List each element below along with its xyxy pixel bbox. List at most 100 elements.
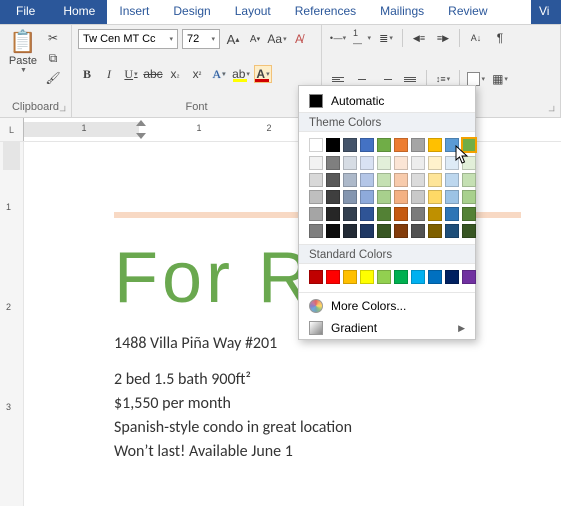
document-line-1[interactable]: 2 bed 1.5 bath 900ft² bbox=[114, 368, 541, 392]
color-swatch[interactable] bbox=[377, 156, 391, 170]
color-swatch[interactable] bbox=[343, 156, 357, 170]
vertical-ruler[interactable]: 1 2 3 bbox=[0, 142, 24, 506]
color-swatch[interactable] bbox=[326, 224, 340, 238]
color-swatch[interactable] bbox=[394, 270, 408, 284]
multilevel-list-button[interactable]: ▾ bbox=[376, 29, 396, 47]
color-swatch[interactable] bbox=[377, 224, 391, 238]
color-swatch[interactable] bbox=[394, 207, 408, 221]
color-swatch[interactable] bbox=[394, 190, 408, 204]
color-automatic[interactable]: Automatic bbox=[299, 90, 475, 112]
italic-button[interactable]: I bbox=[100, 65, 118, 83]
color-swatch[interactable] bbox=[428, 224, 442, 238]
color-swatch[interactable] bbox=[343, 173, 357, 187]
superscript-button[interactable]: x bbox=[188, 65, 206, 83]
color-swatch[interactable] bbox=[309, 190, 323, 204]
bullets-button[interactable]: ▾ bbox=[328, 29, 348, 47]
color-swatch[interactable] bbox=[394, 138, 408, 152]
color-swatch[interactable] bbox=[309, 156, 323, 170]
color-swatch[interactable] bbox=[411, 190, 425, 204]
color-swatch[interactable] bbox=[377, 207, 391, 221]
color-swatch[interactable] bbox=[428, 190, 442, 204]
tab-layout[interactable]: Layout bbox=[223, 0, 283, 24]
color-swatch[interactable] bbox=[360, 190, 374, 204]
color-swatch[interactable] bbox=[462, 156, 476, 170]
color-swatch[interactable] bbox=[462, 190, 476, 204]
color-swatch[interactable] bbox=[360, 270, 374, 284]
color-swatch[interactable] bbox=[462, 138, 476, 152]
color-swatch[interactable] bbox=[428, 156, 442, 170]
color-swatch[interactable] bbox=[360, 156, 374, 170]
color-swatch[interactable] bbox=[343, 138, 357, 152]
color-swatch[interactable] bbox=[428, 138, 442, 152]
color-swatch[interactable] bbox=[462, 224, 476, 238]
document-page[interactable]: For Rent 1488 Villa Piña Way #201 2 bed … bbox=[24, 142, 561, 506]
color-swatch[interactable] bbox=[394, 156, 408, 170]
color-swatch[interactable] bbox=[360, 173, 374, 187]
color-swatch[interactable] bbox=[411, 138, 425, 152]
bold-button[interactable]: B bbox=[78, 65, 96, 83]
color-swatch[interactable] bbox=[462, 207, 476, 221]
tab-references[interactable]: References bbox=[283, 0, 368, 24]
horizontal-ruler[interactable]: 1 1 2 bbox=[24, 122, 561, 137]
increase-indent-button[interactable] bbox=[433, 29, 453, 47]
color-swatch[interactable] bbox=[377, 190, 391, 204]
tab-file[interactable]: File bbox=[0, 0, 51, 24]
color-swatch[interactable] bbox=[445, 224, 459, 238]
color-swatch[interactable] bbox=[360, 207, 374, 221]
tab-mailings[interactable]: Mailings bbox=[368, 0, 436, 24]
copy-button[interactable]: ⧉ bbox=[44, 49, 62, 67]
paste-button[interactable]: 📋 Paste ▼ bbox=[6, 29, 40, 73]
subscript-button[interactable]: x bbox=[166, 65, 184, 83]
borders-button[interactable]: ▾ bbox=[490, 70, 510, 88]
text-effects-button[interactable]: A▾ bbox=[210, 65, 228, 83]
color-swatch[interactable] bbox=[343, 190, 357, 204]
color-swatch[interactable] bbox=[445, 270, 459, 284]
gradient-menu[interactable]: Gradient ▶ bbox=[299, 317, 475, 339]
highlight-button[interactable]: ab▾ bbox=[232, 65, 250, 83]
color-swatch[interactable] bbox=[343, 270, 357, 284]
tab-more[interactable]: Vi bbox=[531, 0, 561, 24]
color-swatch[interactable] bbox=[309, 138, 323, 152]
color-swatch[interactable] bbox=[428, 207, 442, 221]
cut-button[interactable]: ✂ bbox=[44, 29, 62, 47]
tab-insert[interactable]: Insert bbox=[107, 0, 161, 24]
format-painter-button[interactable]: 🖌 bbox=[44, 69, 62, 87]
font-color-button[interactable]: A▾ bbox=[254, 65, 272, 83]
clear-formatting-button[interactable]: A̸ bbox=[290, 30, 308, 48]
color-swatch[interactable] bbox=[445, 138, 459, 152]
shrink-font-button[interactable]: A▾ bbox=[246, 30, 264, 48]
color-swatch[interactable] bbox=[326, 270, 340, 284]
color-swatch[interactable] bbox=[445, 156, 459, 170]
color-swatch[interactable] bbox=[445, 173, 459, 187]
color-swatch[interactable] bbox=[343, 224, 357, 238]
color-swatch[interactable] bbox=[411, 207, 425, 221]
show-hide-button[interactable] bbox=[490, 29, 510, 47]
document-line-3[interactable]: Spanish-style condo in great location bbox=[114, 416, 541, 440]
color-swatch[interactable] bbox=[309, 270, 323, 284]
color-swatch[interactable] bbox=[445, 190, 459, 204]
tab-review[interactable]: Review bbox=[436, 0, 499, 24]
document-body[interactable]: 1488 Villa Piña Way #201 2 bed 1.5 bath … bbox=[114, 332, 541, 464]
color-swatch[interactable] bbox=[377, 138, 391, 152]
color-swatch[interactable] bbox=[411, 224, 425, 238]
tab-home[interactable]: Home bbox=[51, 0, 107, 24]
color-swatch[interactable] bbox=[326, 207, 340, 221]
strikethrough-button[interactable]: abc bbox=[144, 65, 162, 83]
grow-font-button[interactable]: A▴ bbox=[224, 30, 242, 48]
color-swatch[interactable] bbox=[445, 207, 459, 221]
tab-selector[interactable]: L bbox=[0, 118, 24, 141]
color-swatch[interactable] bbox=[377, 173, 391, 187]
document-line-4[interactable]: Won’t last! Available June 1 bbox=[114, 440, 541, 464]
color-swatch[interactable] bbox=[309, 173, 323, 187]
color-swatch[interactable] bbox=[326, 190, 340, 204]
color-swatch[interactable] bbox=[411, 270, 425, 284]
tab-design[interactable]: Design bbox=[161, 0, 222, 24]
color-swatch[interactable] bbox=[360, 224, 374, 238]
color-swatch[interactable] bbox=[411, 156, 425, 170]
color-swatch[interactable] bbox=[309, 207, 323, 221]
color-swatch[interactable] bbox=[428, 173, 442, 187]
decrease-indent-button[interactable] bbox=[409, 29, 429, 47]
document-line-2[interactable]: $1,550 per month bbox=[114, 392, 541, 416]
color-swatch[interactable] bbox=[343, 207, 357, 221]
color-swatch[interactable] bbox=[326, 173, 340, 187]
